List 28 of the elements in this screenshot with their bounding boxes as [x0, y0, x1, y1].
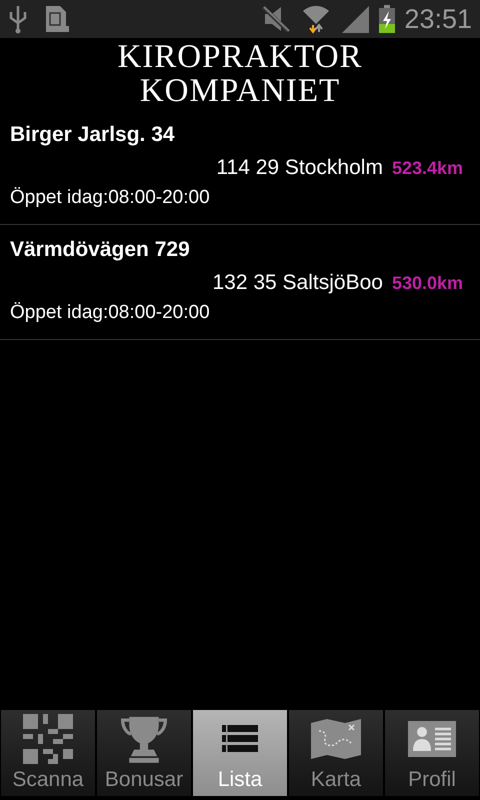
- signal-icon: [342, 5, 370, 33]
- wifi-icon: [302, 4, 330, 34]
- tab[interactable]: Profil: [384, 710, 480, 796]
- street-address: Birger Jarlsg. 34: [10, 122, 176, 148]
- logo-text: KIROPRAKTOR: [117, 40, 363, 74]
- mute-icon: [262, 5, 290, 33]
- distance: 530.0km: [392, 272, 463, 295]
- tab[interactable]: Lista: [192, 710, 288, 796]
- list-icon: [222, 724, 258, 752]
- usb-icon: [8, 4, 28, 34]
- location-row[interactable]: Värmdövägen 729 132 35 SaltsjöBoo 530.0km Öppet idag:08:00-20:00: [0, 225, 480, 340]
- map-icon: [311, 718, 361, 758]
- opening-hours: Öppet idag:08:00-20:00: [10, 301, 211, 325]
- tab[interactable]: Bonusar: [96, 710, 192, 796]
- location-row[interactable]: Birger Jarlsg. 34 114 29 Stockholm 523.4km Öppet idag:08:00-20:00: [0, 110, 480, 225]
- profile-card-icon: [408, 720, 456, 756]
- logo-text: KOMPANIET: [140, 74, 340, 108]
- postal-city: 132 35 SaltsjöBoo: [212, 270, 383, 296]
- postal-city: 114 29 Stockholm: [216, 155, 383, 181]
- tab[interactable]: Scanna: [0, 710, 96, 796]
- clock-time: 23:51: [404, 6, 472, 32]
- sim-card-icon: [44, 4, 70, 34]
- tab[interactable]: Karta: [288, 710, 384, 796]
- battery-charging-icon: [378, 4, 396, 34]
- street-address: Värmdövägen 729: [10, 237, 191, 263]
- qr-code-icon: [23, 714, 73, 764]
- opening-hours: Öppet idag:08:00-20:00: [10, 186, 211, 210]
- distance: 523.4km: [392, 157, 463, 180]
